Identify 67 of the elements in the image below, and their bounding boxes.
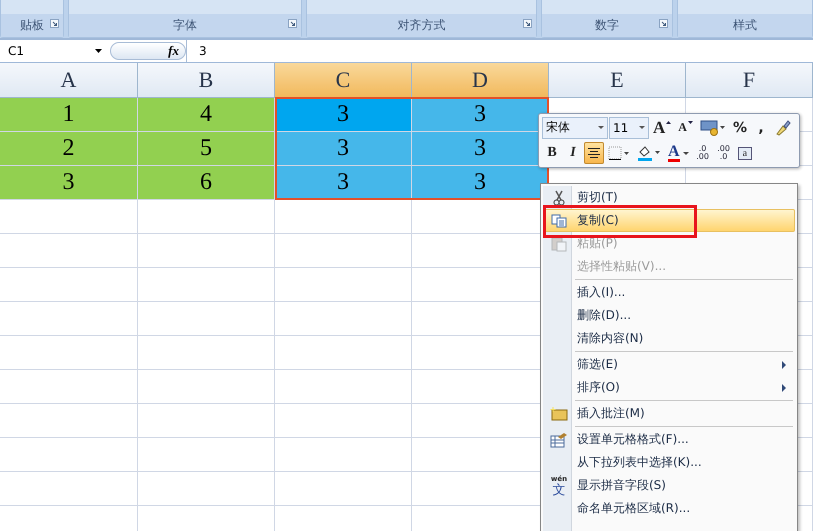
dialog-launcher-icon[interactable]	[523, 19, 532, 28]
copy-icon	[551, 214, 567, 228]
table-cell: 3	[412, 166, 549, 200]
table-cell: 1	[0, 98, 138, 132]
column-header[interactable]: B	[138, 63, 275, 98]
menu-item[interactable]: 筛选(E)	[543, 353, 795, 376]
menu-item[interactable]: 设置单元格格式(F)...	[543, 428, 795, 451]
menu-item[interactable]: 清除内容(N)	[543, 327, 795, 350]
shrink-font-button[interactable]: A	[675, 116, 696, 139]
menu-item[interactable]: 排序(O)	[543, 376, 795, 399]
insert-function-button[interactable]: fx	[168, 43, 179, 59]
group-label: 样式	[733, 17, 757, 34]
table-cell: 5	[138, 132, 275, 166]
group-label: 贴板	[20, 17, 44, 34]
dialog-launcher-icon[interactable]	[659, 19, 668, 28]
size-combo[interactable]: 11	[609, 116, 649, 139]
submenu-arrow-icon	[782, 384, 786, 392]
menu-item[interactable]: 删除(D)...	[543, 304, 795, 327]
dropdown-caret-icon	[598, 126, 604, 130]
align-center-icon	[587, 147, 601, 160]
border-icon	[608, 146, 630, 160]
table-cell: 3	[0, 166, 138, 200]
submenu-arrow-icon	[782, 361, 786, 369]
number-format-button[interactable]: %	[730, 116, 750, 139]
note-icon	[550, 406, 568, 420]
dropdown-caret-icon	[639, 126, 645, 130]
column-header[interactable]: D	[412, 63, 549, 98]
down-triangle-icon	[688, 120, 693, 124]
scissors-icon	[553, 190, 565, 206]
column-header[interactable]: F	[686, 63, 813, 98]
format-cells-icon	[550, 432, 568, 448]
incdec-button[interactable]: .0 .00	[692, 142, 713, 164]
column-header[interactable]: E	[549, 63, 686, 98]
center-button[interactable]	[584, 142, 604, 164]
menu-item[interactable]: 插入(I)...	[543, 281, 795, 304]
table-cell: 4	[138, 98, 275, 132]
fill-color-icon	[637, 145, 661, 162]
menu-item[interactable]: 从下拉列表中选择(K)...	[543, 451, 795, 474]
grow-font-button[interactable]: A	[650, 116, 674, 139]
paintbrush-icon	[774, 120, 791, 136]
number-format-button[interactable]: ,	[750, 116, 771, 139]
menu-item[interactable]: 命名单元格区域(R)...	[543, 497, 795, 520]
column-header[interactable]: A	[0, 63, 138, 98]
decdec-button[interactable]: .00 .0	[714, 142, 734, 164]
name-box[interactable]: C1	[0, 44, 106, 58]
formula-input[interactable]: 3	[186, 40, 813, 62]
table-cell: 3	[275, 132, 412, 166]
merge-button[interactable]: a	[734, 142, 756, 164]
menu-item[interactable]: 复制(C)	[543, 209, 795, 232]
group-label: 数字	[595, 17, 619, 34]
table-cell: 3	[275, 166, 412, 200]
menu-item[interactable]: 插入批注(M)	[543, 402, 795, 425]
column-header[interactable]: C	[275, 63, 412, 98]
table-cell: 6	[138, 166, 275, 200]
group-label: 对齐方式	[398, 17, 446, 34]
money-icon	[700, 120, 726, 136]
fontcolor-button[interactable]: A	[665, 142, 692, 164]
paste-icon	[551, 236, 567, 252]
table-cell: 3	[275, 98, 412, 132]
up-triangle-icon	[666, 120, 672, 124]
dropdown-caret-icon	[95, 49, 102, 53]
dropdown-caret-icon	[682, 152, 689, 155]
table-cell: 2	[0, 132, 138, 166]
dialog-launcher-icon[interactable]	[50, 19, 59, 28]
dialog-launcher-icon[interactable]	[288, 19, 297, 28]
italic-button[interactable]: I	[563, 142, 583, 164]
group-label: 字体	[173, 17, 197, 34]
